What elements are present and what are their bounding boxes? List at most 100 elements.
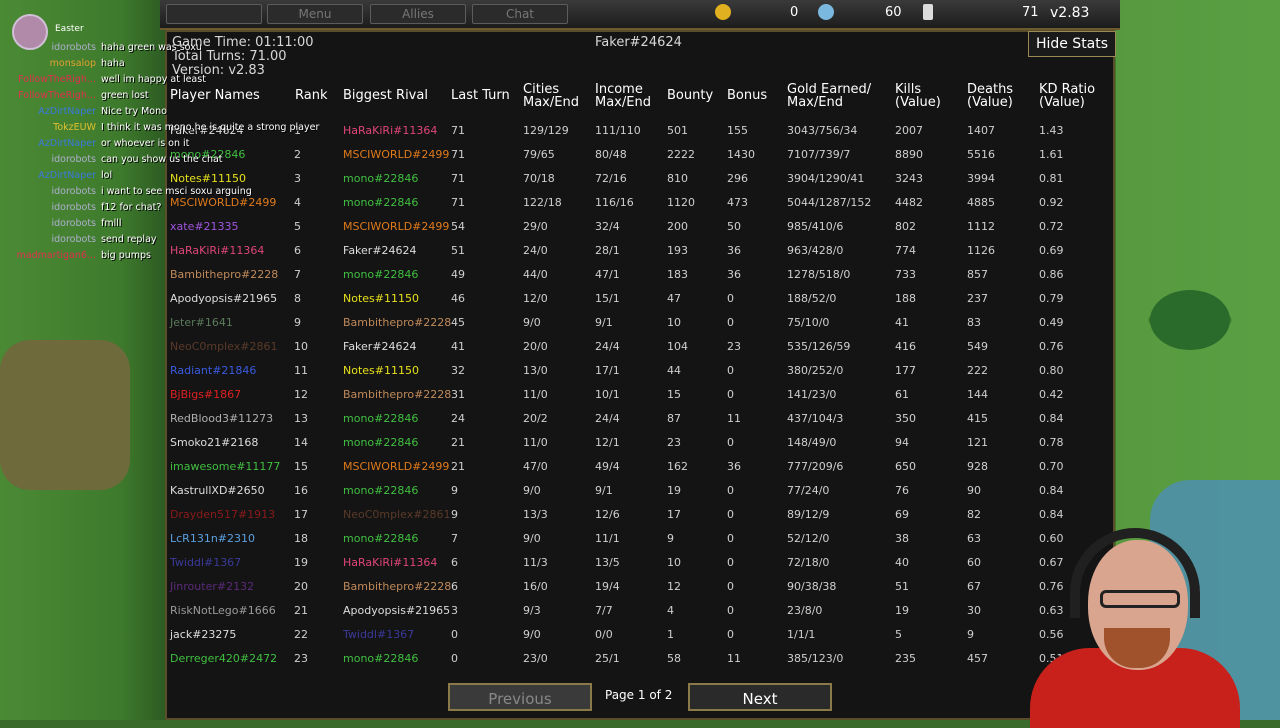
cell-rival: mono#22846 [343, 412, 419, 425]
cell-income: 32/4 [595, 220, 620, 233]
cell-deaths: 1112 [967, 220, 995, 233]
chat-username: TokzEUW [53, 122, 96, 133]
chat-button[interactable]: Chat [472, 4, 568, 24]
cell-rank: 15 [294, 460, 308, 473]
cell-bonus: 11 [727, 652, 741, 665]
cell-cities: 9/0 [523, 316, 541, 329]
webcam-overlay [1030, 528, 1250, 728]
cell-kills: 40 [895, 556, 909, 569]
cell-name: LcR131n#2310 [170, 532, 255, 545]
cell-cities: 11/3 [523, 556, 548, 569]
cell-name: Jinrouter#2132 [170, 580, 255, 593]
cell-name: imawesome#11177 [170, 460, 281, 473]
chat-username: FollowTheRigh... [18, 90, 96, 101]
cell-bonus: 36 [727, 268, 741, 281]
cell-bonus: 11 [727, 412, 741, 425]
cell-kills: 350 [895, 412, 916, 425]
next-page-button[interactable]: Next [688, 683, 832, 711]
cell-bonus: 0 [727, 316, 734, 329]
chat-username: idorobots [51, 154, 96, 165]
chat-message: can you show us the chat [101, 154, 223, 165]
cell-gold: 23/8/0 [787, 604, 823, 617]
cell-bounty: 19 [667, 484, 681, 497]
cell-income: 12/1 [595, 436, 620, 449]
cell-bonus: 0 [727, 436, 734, 449]
header-cities: Cities Max/End [523, 82, 579, 110]
cell-kd: 0.42 [1039, 388, 1064, 401]
cell-cities: 11/0 [523, 436, 548, 449]
cell-last: 41 [451, 340, 465, 353]
cell-name: Bambithepro#2228 [170, 268, 279, 281]
cell-income: 47/1 [595, 268, 620, 281]
cell-bounty: 200 [667, 220, 688, 233]
cell-income: 72/16 [595, 172, 627, 185]
cell-rank: 16 [294, 484, 308, 497]
terrain-dirt-patch [0, 340, 130, 490]
cell-bounty: 10 [667, 556, 681, 569]
cell-deaths: 67 [967, 580, 981, 593]
allies-button[interactable]: Allies [370, 4, 466, 24]
cell-bounty: 1120 [667, 196, 695, 209]
cell-bonus: 0 [727, 628, 734, 641]
cell-bounty: 10 [667, 316, 681, 329]
chat-message: f12 for chat? [101, 202, 162, 213]
chat-message: Nice try Mono [101, 106, 167, 117]
cell-rival: Bambithepro#2228 [343, 580, 452, 593]
cell-bonus: 0 [727, 532, 734, 545]
cell-kills: 61 [895, 388, 909, 401]
header-kd-ratio: KD Ratio (Value) [1039, 82, 1096, 110]
cell-gold: 7107/739/7 [787, 148, 851, 161]
cell-kd: 0.84 [1039, 484, 1064, 497]
chat-message: send replay [101, 234, 157, 245]
cell-rank: 9 [294, 316, 301, 329]
cell-rival: mono#22846 [343, 436, 419, 449]
cell-income: 12/6 [595, 508, 620, 521]
previous-page-button[interactable]: Previous [448, 683, 592, 711]
cell-kd: 1.43 [1039, 124, 1064, 137]
cell-bounty: 2222 [667, 148, 695, 161]
cell-rank: 17 [294, 508, 308, 521]
cell-income: 49/4 [595, 460, 620, 473]
gold-coin-icon [715, 4, 731, 20]
cell-kills: 51 [895, 580, 909, 593]
cell-last: 31 [451, 388, 465, 401]
cell-rival: mono#22846 [343, 268, 419, 281]
cell-rival: Faker#24624 [343, 244, 417, 257]
cell-deaths: 144 [967, 388, 988, 401]
header-last-turn: Last Turn [451, 88, 510, 103]
cell-kills: 177 [895, 364, 916, 377]
cell-gold: 72/18/0 [787, 556, 830, 569]
cell-bounty: 810 [667, 172, 688, 185]
cell-bonus: 0 [727, 292, 734, 305]
cell-gold: 985/410/6 [787, 220, 844, 233]
hide-stats-button[interactable]: Hide Stats [1028, 31, 1116, 57]
chat-username: AzDirtNaper [38, 170, 96, 181]
cell-bounty: 193 [667, 244, 688, 257]
cell-cities: 20/0 [523, 340, 548, 353]
cell-cities: 9/3 [523, 604, 541, 617]
cell-deaths: 82 [967, 508, 981, 521]
cell-kills: 5 [895, 628, 902, 641]
cell-bounty: 23 [667, 436, 681, 449]
cell-deaths: 415 [967, 412, 988, 425]
cell-last: 6 [451, 580, 458, 593]
headset-icon [1070, 528, 1200, 618]
header-player-names: Player Names [170, 88, 260, 103]
cell-deaths: 928 [967, 460, 988, 473]
cell-rival: HaRaKiRi#11364 [343, 556, 438, 569]
cell-cities: 24/0 [523, 244, 548, 257]
cell-rank: 7 [294, 268, 301, 281]
menu-button[interactable]: Menu [267, 4, 363, 24]
cell-kd: 0.86 [1039, 268, 1064, 281]
cell-bounty: 9 [667, 532, 674, 545]
cell-kd: 0.76 [1039, 340, 1064, 353]
chat-message: big pumps [101, 250, 152, 261]
cell-rival: Faker#24624 [343, 340, 417, 353]
cell-name: Jeter#1641 [170, 316, 233, 329]
cell-deaths: 549 [967, 340, 988, 353]
cell-rank: 20 [294, 580, 308, 593]
chat-line: monsalop haha [0, 58, 125, 69]
cell-last: 46 [451, 292, 465, 305]
blank-top-button[interactable] [166, 4, 262, 24]
cell-rival: Notes#11150 [343, 292, 419, 305]
